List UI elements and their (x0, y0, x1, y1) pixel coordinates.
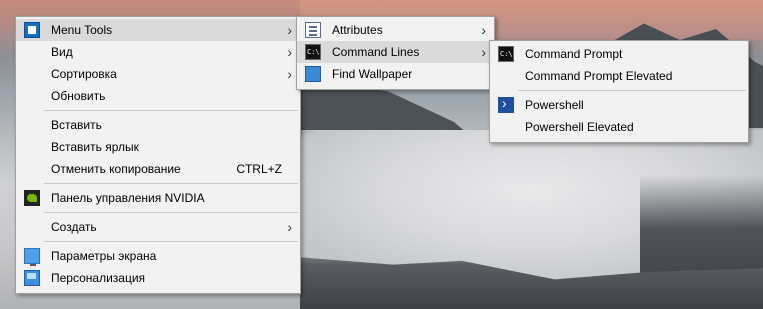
menu-item-powershell[interactable]: Powershell (490, 92, 748, 116)
menu-item-label: Command Prompt Elevated (525, 69, 673, 83)
menu-item-label: Отменить копирование (51, 162, 181, 176)
powershell-icon (498, 92, 514, 114)
menu-item-label: Command Lines (332, 45, 420, 59)
chevron-right-icon: › (287, 66, 292, 82)
chevron-right-icon: › (287, 219, 292, 235)
chevron-right-icon: › (481, 22, 486, 38)
menu-separator (44, 241, 298, 242)
menu-item-label: Персонализация (51, 271, 146, 285)
menu-item-label: Сортировка (51, 67, 117, 81)
display-settings-icon (24, 248, 40, 266)
menu-item-label: Вставить ярлык (51, 140, 139, 154)
menu-item-new[interactable]: Создать › (16, 216, 300, 238)
wallpaper-icon (305, 66, 321, 82)
menu-item-label: Создать (51, 220, 97, 234)
menu-item-paste-shortcut[interactable]: Вставить ярлык (16, 136, 300, 158)
menu-item-powershell-elevated[interactable]: Powershell Elevated (490, 116, 748, 138)
menu-item-label: Menu Tools (51, 23, 113, 37)
menu-item-shortcut: CTRL+Z (236, 162, 282, 176)
menu-separator (518, 90, 746, 91)
menu-item-command-prompt-elevated[interactable]: Command Prompt Elevated (490, 65, 748, 87)
menu-separator (44, 110, 298, 111)
menu-item-label: Find Wallpaper (332, 67, 413, 81)
menu-separator (44, 183, 298, 184)
menu-item-command-lines[interactable]: Command Lines › (297, 41, 494, 63)
menu-item-sort[interactable]: Сортировка › (16, 63, 300, 85)
menu-tools-submenu: Attributes › Command Lines › Find Wallpa… (296, 16, 495, 90)
menu-item-personalization[interactable]: Персонализация (16, 267, 300, 289)
chevron-right-icon: › (287, 22, 292, 38)
menu-item-paste[interactable]: Вставить (16, 114, 300, 136)
menu-item-attributes[interactable]: Attributes › (297, 19, 494, 41)
menu-item-view[interactable]: Вид › (16, 41, 300, 63)
menu-item-menu-tools[interactable]: Menu Tools › (16, 19, 300, 41)
command-lines-submenu: Command Prompt Command Prompt Elevated P… (489, 40, 749, 143)
menu-item-command-prompt[interactable]: Command Prompt (490, 43, 748, 65)
desktop-context-menu: Menu Tools › Вид › Сортировка › Обновить… (15, 16, 301, 294)
menu-item-refresh[interactable]: Обновить (16, 85, 300, 107)
menu-item-label: Вставить (51, 118, 102, 132)
menu-item-label: Powershell Elevated (525, 120, 634, 134)
personalization-icon (24, 270, 40, 286)
menu-item-undo-copy[interactable]: Отменить копирование CTRL+Z (16, 158, 300, 180)
menu-item-label: Attributes (332, 23, 383, 37)
command-prompt-icon (498, 43, 514, 65)
command-prompt-icon (305, 41, 321, 63)
attributes-icon (305, 22, 321, 38)
menu-item-label: Панель управления NVIDIA (51, 191, 205, 205)
menu-item-find-wallpaper[interactable]: Find Wallpaper (297, 63, 494, 85)
nvidia-icon (24, 190, 40, 206)
menu-item-display-settings[interactable]: Параметры экрана (16, 245, 300, 267)
chevron-right-icon: › (481, 44, 486, 60)
chevron-right-icon: › (287, 44, 292, 60)
menu-tools-icon (24, 22, 40, 38)
menu-item-label: Вид (51, 45, 73, 59)
menu-item-nvidia-control-panel[interactable]: Панель управления NVIDIA (16, 187, 300, 209)
menu-item-label: Параметры экрана (51, 249, 157, 263)
menu-separator (44, 212, 298, 213)
menu-item-label: Command Prompt (525, 47, 623, 61)
menu-item-label: Powershell (525, 98, 584, 112)
menu-item-label: Обновить (51, 89, 106, 103)
